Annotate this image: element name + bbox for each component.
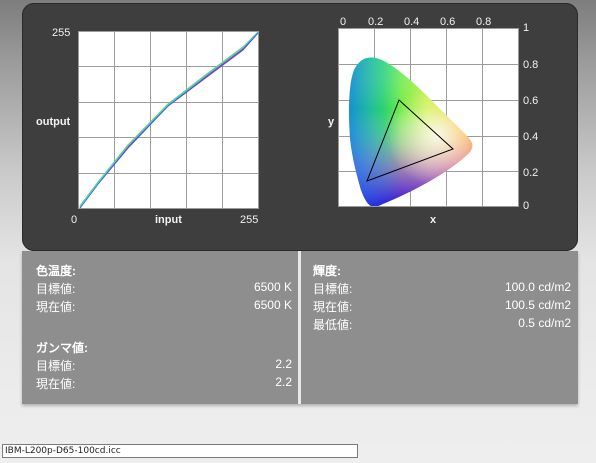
luminance-heading: 輝度: [313,264,341,278]
curve-x-axis-title: input [155,214,182,226]
profile-filename-field[interactable]: IBM-L200p-D65-100cd.icc [2,444,358,458]
color-temp-current-label: 現在値: [36,300,76,314]
color-temp-current-value: 6500 K [253,298,292,312]
gamma-current-label: 現在値: [36,377,76,391]
cie-x-tick-2: 0.4 [404,16,420,28]
profile-filename-text: IBM-L200p-D65-100cd.icc [5,446,121,456]
luminance-target-label: 目標値: [313,282,353,296]
gamma-current-value: 2.2 [275,375,292,389]
panel-divider [298,251,301,404]
color-temp-target-label: 目標値: [36,282,76,296]
gamma-target-value: 2.2 [275,357,292,371]
cie-y-tick-3: 0.2 [523,167,539,179]
color-temp-heading: 色温度: [36,264,76,278]
cie-x-tick-3: 0.6 [440,16,456,28]
luminance-current-label: 現在値: [313,300,353,314]
cie-y-tick-2: 0.4 [523,131,539,143]
curve-x-max-label: 255 [240,214,259,226]
cie-x-tick-0: 0 [340,16,347,28]
cie-y-tick-0: 0.8 [523,59,539,71]
cie-y-tick-top: 1 [523,22,530,34]
luminance-current-value: 100.5 cd/m2 [504,298,571,312]
luminance-min-label: 最低値: [313,318,353,332]
cie-x-tick-1: 0.2 [368,16,384,28]
gamma-target-label: 目標値: [36,359,76,373]
curve-y-axis-title: output [36,116,71,128]
curve-y-max-label: 255 [52,27,71,39]
luminance-min-value: 0.5 cd/m2 [518,316,571,330]
tone-curve-chart [78,31,259,209]
cie-y-axis-title: y [328,116,335,128]
cie-x-axis-title: x [430,214,437,226]
cie-chromaticity-chart [338,28,519,207]
luminance-target-value: 100.0 cd/m2 [504,280,571,294]
cie-x-tick-4: 0.8 [476,16,492,28]
cie-y-tick-1: 0.6 [523,95,539,107]
color-temp-target-value: 6500 K [253,280,292,294]
gamma-heading: ガンマ値: [36,341,88,355]
cie-y-tick-4: 0 [523,200,530,212]
curve-origin-label: 0 [71,214,78,226]
